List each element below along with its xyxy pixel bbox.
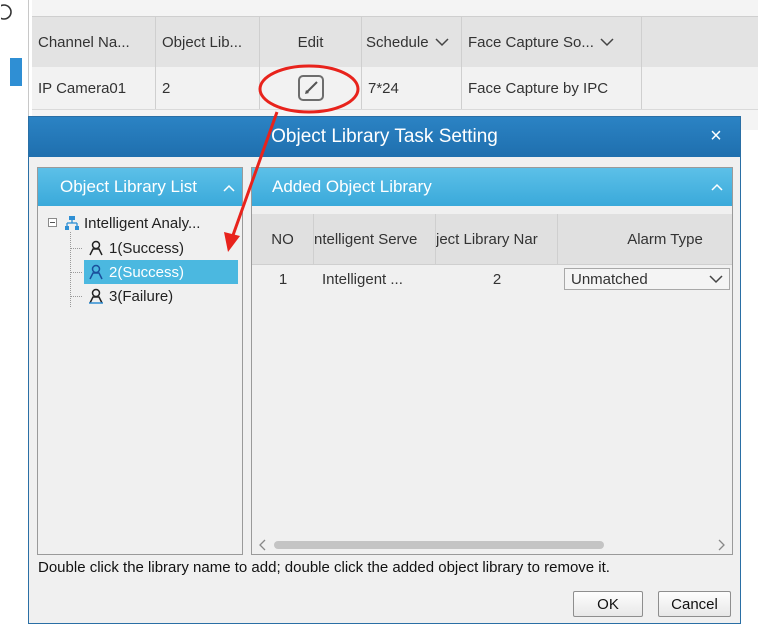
tree-item-label: 2(Success) (109, 263, 185, 281)
cell-edit (260, 67, 362, 109)
cell-object-library: 2 (156, 67, 260, 109)
cell-schedule-text: 7*24 (368, 79, 399, 97)
col-header-face-capture-label: Face Capture So... (468, 33, 594, 51)
cell-server: Intelligent ... (314, 264, 436, 294)
table-row[interactable]: 1 Intelligent ... 2 Unmatched (252, 264, 732, 294)
added-object-library-title: Added Object Library (272, 177, 432, 196)
tree-item-label: 1(Success) (109, 239, 185, 257)
table-row[interactable]: IP Camera01 2 7*24 Face Capture by IPC (32, 67, 758, 110)
tree-item-library-1[interactable]: 1(Success) (84, 236, 188, 260)
col-header-library-name[interactable]: ject Library Nar (436, 214, 558, 264)
object-library-list-title: Object Library List (60, 177, 197, 196)
chevron-down-icon[interactable] (709, 272, 723, 286)
col-header-edit-label: Edit (297, 33, 324, 51)
search-icon[interactable] (1, 4, 25, 24)
col-header-channel-label: Channel Na... (38, 33, 130, 51)
col-header-alarm-type[interactable]: Alarm Type (558, 214, 732, 264)
ok-button[interactable]: OK (573, 591, 643, 617)
dialog-title-bar[interactable]: Object Library Task Setting × (29, 117, 740, 157)
chevron-down-icon[interactable] (600, 35, 614, 49)
dialog-title: Object Library Task Setting (271, 126, 498, 147)
col-header-schedule-label: Schedule (366, 33, 429, 51)
user-icon (89, 240, 103, 256)
added-library-table-header: NO ntelligent Serve ject Library Nar Ala… (252, 214, 732, 265)
grid-top-band (32, 0, 758, 16)
cell-object-library-text: 2 (162, 79, 171, 97)
app-side-strip (0, 0, 29, 624)
scrollbar-thumb[interactable] (274, 541, 604, 549)
col-header-face-capture[interactable]: Face Capture So... (462, 17, 642, 67)
network-icon (65, 216, 79, 230)
tree-root-label: Intelligent Analy... (84, 214, 201, 232)
tree-guide-line (70, 296, 82, 297)
chevron-up-icon[interactable] (710, 180, 724, 194)
tree-collapse-toggle[interactable] (48, 218, 57, 227)
grid-header: Channel Na... Object Lib... Edit Schedul… (32, 16, 758, 68)
col-header-object-library[interactable]: Object Lib... (156, 17, 260, 67)
cell-channel: IP Camera01 (32, 67, 156, 109)
col-header-schedule[interactable]: Schedule (362, 17, 462, 67)
alarm-type-value: Unmatched (571, 270, 648, 288)
edit-icon[interactable] (297, 75, 324, 101)
object-library-list-header[interactable]: Object Library List (38, 168, 242, 206)
tree-guide-line (70, 272, 82, 273)
col-header-no-label: NO (271, 230, 294, 248)
col-header-object-library-label: Object Lib... (162, 33, 243, 51)
cell-channel-text: IP Camera01 (38, 79, 127, 97)
tree-item-library-3[interactable]: 3(Failure) (84, 284, 177, 308)
side-tab-marker[interactable] (10, 58, 22, 86)
cell-face-capture: Face Capture by IPC (462, 67, 642, 109)
object-library-list-panel: Object Library List Intelligent Analy...… (37, 167, 243, 555)
tree-root-item[interactable]: Intelligent Analy... (64, 211, 200, 235)
col-header-edit[interactable]: Edit (260, 17, 362, 67)
cell-no: 1 (252, 264, 314, 294)
cell-library-name: 2 (436, 264, 558, 294)
col-header-library-name-label: ject Library Nar (436, 230, 538, 248)
user-icon (89, 264, 103, 280)
cancel-button[interactable]: Cancel (658, 591, 731, 617)
cell-server-text: Intelligent ... (322, 270, 403, 288)
close-icon[interactable]: × (706, 125, 726, 147)
object-library-task-dialog: Object Library Task Setting × Object Lib… (28, 116, 741, 624)
scroll-right-icon[interactable] (714, 538, 728, 552)
cell-schedule: 7*24 (362, 67, 462, 109)
tree-guide-line (70, 248, 82, 249)
horizontal-scrollbar[interactable] (254, 538, 730, 552)
user-failure-icon (89, 288, 103, 304)
col-header-no[interactable]: NO (252, 214, 314, 264)
chevron-down-icon[interactable] (435, 35, 449, 49)
col-header-channel[interactable]: Channel Na... (32, 17, 156, 67)
tree-item-label: 3(Failure) (109, 287, 174, 305)
usage-hint: Double click the library name to add; do… (38, 559, 610, 576)
cell-face-capture-text: Face Capture by IPC (468, 79, 609, 97)
cell-library-name-text: 2 (492, 270, 502, 288)
cell-no-text: 1 (278, 270, 288, 288)
col-header-server[interactable]: ntelligent Serve (314, 214, 436, 264)
channel-grid: Channel Na... Object Lib... Edit Schedul… (32, 0, 758, 130)
alarm-type-select[interactable]: Unmatched (564, 268, 730, 290)
added-object-library-panel: Added Object Library NO ntelligent Serve… (251, 167, 733, 555)
tree-item-library-2[interactable]: 2(Success) (84, 260, 238, 284)
added-object-library-header[interactable]: Added Object Library (252, 168, 732, 206)
scroll-left-icon[interactable] (256, 538, 270, 552)
col-header-server-label: ntelligent Serve (314, 230, 418, 248)
col-header-alarm-type-label: Alarm Type (627, 230, 703, 248)
chevron-up-icon[interactable] (222, 181, 236, 195)
